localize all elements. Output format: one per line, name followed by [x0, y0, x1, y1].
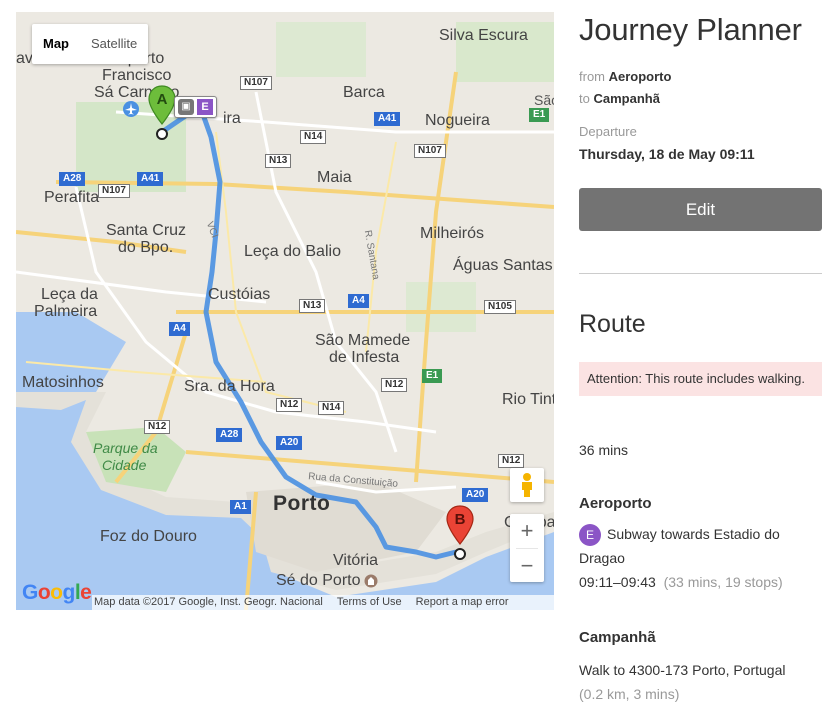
map-label: Palmeira: [34, 303, 98, 320]
map-label: Francisco: [102, 67, 172, 84]
map-label: São: [534, 92, 554, 108]
walk-step: Walk to 4300-173 Porto, Portugal (0.2 km…: [579, 658, 822, 706]
map-type-control: Map Satellite: [32, 24, 149, 64]
report-map-error-link[interactable]: Report a map error: [416, 595, 509, 610]
street-view-pegman[interactable]: [510, 468, 544, 502]
airport-icon: [123, 101, 139, 117]
line-badge: E: [197, 99, 213, 115]
road-shield: A1: [230, 500, 251, 514]
zoom-in-button[interactable]: +: [510, 514, 544, 548]
road-shield: A4: [348, 294, 369, 308]
map-label: Matosinhos: [22, 374, 104, 391]
map-view[interactable]: avra Aeroporto Francisco Sá Carneiro Sil…: [16, 12, 554, 610]
map-label: Sra. da Hora: [184, 378, 275, 395]
terms-of-use-link[interactable]: Terms of Use: [337, 595, 402, 610]
google-logo: Google: [22, 581, 92, 604]
road-shield: A28: [59, 172, 86, 186]
marker-b-label: B: [455, 511, 466, 528]
landmark-icon: [364, 574, 378, 588]
map-label: Leça do Balio: [244, 243, 341, 260]
map-type-map-button[interactable]: Map: [32, 24, 80, 64]
map-label: Parque da: [93, 440, 158, 456]
step-stop-name: Aeroporto: [579, 495, 652, 512]
step-detail: (33 mins, 19 stops): [663, 574, 783, 591]
map-label: do Bpo.: [118, 239, 174, 256]
subway-line-badge: E: [579, 524, 601, 547]
road-shield: N13: [265, 154, 292, 168]
road-shield: N12: [498, 454, 525, 468]
road-shield: E1: [422, 369, 443, 383]
road-shield: A20: [462, 488, 489, 502]
map-label: Barca: [343, 84, 385, 101]
route-duration: 36 mins: [579, 442, 629, 458]
map-label: Porto: [273, 492, 331, 515]
map-label: Foz do Douro: [100, 528, 197, 545]
map-label: Perafita: [44, 189, 100, 206]
divider: [579, 273, 822, 274]
step-detail: (0.2 km, 3 mins): [579, 686, 680, 702]
edit-button[interactable]: Edit: [579, 188, 822, 231]
road-shield: N14: [318, 401, 345, 415]
road-shield: N12: [381, 378, 408, 392]
road-shield: N12: [144, 420, 171, 434]
road-shield: N105: [484, 300, 516, 314]
map-attribution: Map data ©2017 Google, Inst. Geogr. Naci…: [92, 595, 554, 610]
map-data-text: Map data ©2017 Google, Inst. Geogr. Naci…: [94, 596, 323, 608]
step-time: 09:11–09:43: [579, 574, 656, 591]
zoom-out-button[interactable]: −: [510, 549, 544, 583]
departure-label: Departure: [579, 124, 637, 139]
map-label: Rio Tint: [502, 391, 554, 408]
road-shield: N14: [300, 130, 327, 144]
map-label: Águas Santas: [453, 257, 553, 274]
road-shield: A41: [137, 172, 164, 186]
departure-value: Thursday, 18 de May 09:11: [579, 146, 755, 162]
from-value: Aeroporto: [608, 69, 672, 84]
map-label: Vitória: [333, 552, 379, 569]
step-description: Subway towards Estadio do Dragao: [579, 526, 780, 567]
road-shield: N107: [414, 144, 446, 158]
from-to-summary: from Aeroporto to Campanhã: [579, 66, 671, 110]
road-shield: N12: [276, 398, 303, 412]
page-title: Journey Planner: [579, 12, 802, 47]
map-type-satellite-button[interactable]: Satellite: [80, 24, 148, 64]
step-stop-name: Campanhã: [579, 629, 656, 646]
map-label: Silva Escura: [439, 27, 528, 44]
road-shield: A4: [169, 322, 190, 336]
to-label: to: [579, 91, 590, 106]
walking-alert: Attention: This route includes walking.: [579, 362, 822, 396]
marker-a-label: A: [157, 91, 168, 108]
map-label: Milheirós: [420, 225, 485, 242]
road-shield: E1: [529, 108, 550, 122]
zoom-control: + −: [510, 514, 544, 582]
map-label: Nogueira: [425, 112, 490, 129]
map-label: Sé do Porto: [276, 572, 361, 589]
transit-step: E Subway towards Estadio do Dragao 09:11–…: [579, 522, 822, 594]
map-label: Custóias: [208, 286, 271, 303]
road-shield: A28: [216, 428, 243, 442]
road-shield: N107: [240, 76, 272, 90]
road-shield: N13: [299, 299, 326, 313]
from-label: from: [579, 69, 605, 84]
to-value: Campanhã: [593, 91, 660, 106]
map-label: Santa Cruz: [106, 222, 187, 239]
road-shield: A41: [374, 112, 401, 126]
road-shield: A20: [276, 436, 303, 450]
transit-badge: ▣ E: [174, 96, 217, 118]
route-heading: Route: [579, 310, 646, 338]
step-description: Walk to 4300-173 Porto, Portugal: [579, 662, 786, 678]
map-label: Maia: [317, 169, 352, 186]
pegman-icon: [522, 473, 532, 497]
map-label: São Mamede: [315, 332, 411, 349]
map-label: de Infesta: [329, 349, 400, 366]
map-label: ira: [223, 110, 241, 127]
end-marker[interactable]: B: [444, 504, 476, 562]
map-label: Leça da: [41, 286, 98, 303]
map-label: Cidade: [102, 457, 147, 473]
road-shield: N107: [98, 184, 130, 198]
bus-icon: ▣: [178, 99, 194, 115]
